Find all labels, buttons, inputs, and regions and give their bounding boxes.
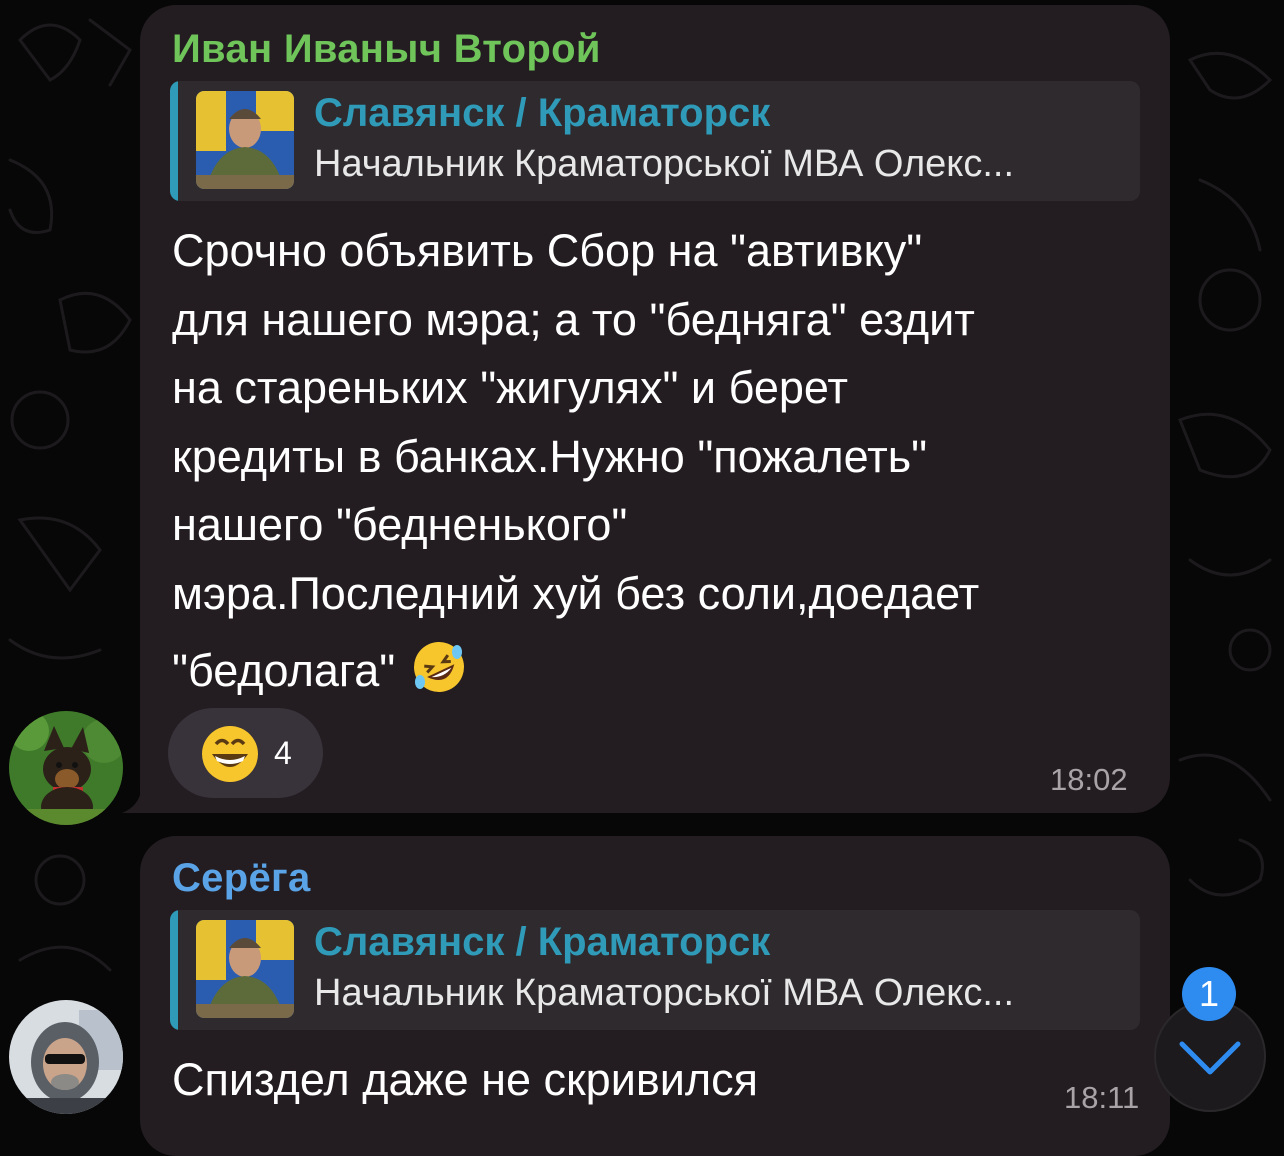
message-line: нашего "бедненького" <box>172 499 628 550</box>
reply-preview[interactable]: Славянск / Краматорск Начальник Краматор… <box>170 910 1140 1030</box>
message-line: "бедолага" <box>172 645 396 696</box>
reply-text: Начальник Краматорської МВА Олекс... <box>314 143 1015 185</box>
reaction-count: 4 <box>274 735 292 771</box>
reply-accent-bar <box>170 81 178 201</box>
sender-name[interactable]: Иван Иваныч Второй <box>172 27 601 72</box>
message-time: 18:02 <box>1050 762 1128 797</box>
message-line: кредиты в банках.Нужно "пожалеть" <box>172 430 928 482</box>
reply-thumbnail <box>196 920 294 1018</box>
message-line: Срочно объявить Сбор на "автивку" <box>172 225 923 276</box>
reply-preview[interactable]: Славянск / Краматорск Начальник Краматор… <box>170 81 1140 201</box>
message-line: Спиздел даже не скривился <box>172 1054 759 1105</box>
reply-title: Славянск / Краматорск <box>314 91 771 135</box>
message-bubble[interactable]: Серёга Славянск / Краматорск Начальник К… <box>140 836 1170 1156</box>
sender-name[interactable]: Серёга <box>172 856 311 901</box>
bubble-tail <box>122 786 152 813</box>
message-time: 18:11 <box>1064 1080 1140 1115</box>
dog-avatar-image <box>9 711 123 825</box>
avatar-ivan[interactable] <box>9 711 123 825</box>
message-line: мэра.Последний хуй без соли,доедает <box>172 567 980 619</box>
message-line: для нашего мэра; а то "бедняга" ездит <box>172 293 975 345</box>
unread-count-badge: 1 <box>1182 967 1236 1021</box>
grinning-face-icon <box>202 726 258 782</box>
man-avatar-image <box>9 1000 123 1114</box>
reply-accent-bar <box>170 910 178 1030</box>
reaction-chip[interactable]: 4 <box>168 708 323 798</box>
reply-text: Начальник Краматорської МВА Олекс... <box>314 972 1015 1014</box>
message-text: Спиздел даже не скривился <box>172 1046 758 1115</box>
reply-title: Славянск / Краматорск <box>314 920 771 964</box>
message-line: на стареньких "жигулях" и берет <box>172 362 849 413</box>
message-text: Срочно объявить Сбор на "автивку" для на… <box>172 217 979 706</box>
avatar-serega[interactable] <box>9 1000 123 1114</box>
message-bubble[interactable]: Иван Иваныч Второй Славянск / Краматорск… <box>140 5 1170 813</box>
rolling-laughing-emoji-icon <box>413 642 464 692</box>
reply-thumbnail <box>196 91 294 189</box>
